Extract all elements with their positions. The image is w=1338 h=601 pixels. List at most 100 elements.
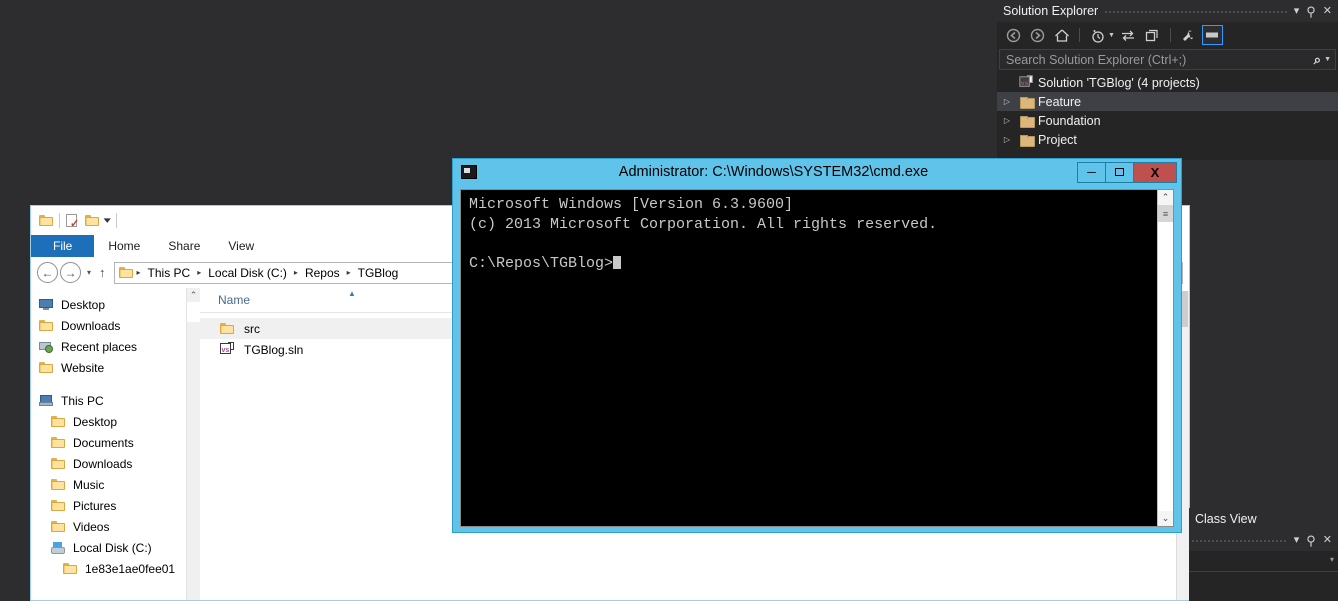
desktop-icon	[39, 299, 61, 310]
nav-item-label: Website	[61, 360, 105, 375]
maximize-button[interactable]	[1105, 161, 1134, 183]
console-line-2: (c) 2013 Microsoft Corporation. All righ…	[469, 215, 938, 233]
search-input[interactable]: Search Solution Explorer (Ctrl+;)	[1006, 53, 1314, 67]
back-icon[interactable]	[1003, 25, 1024, 45]
column-header-name[interactable]: Name	[200, 293, 250, 307]
search-options-caret-icon[interactable]: ▼	[1324, 56, 1331, 63]
console-line-1: Microsoft Windows [Version 6.3.9600]	[469, 196, 794, 213]
scrollbar-thumb[interactable]: ≡	[1158, 205, 1173, 222]
tree-node-solution[interactable]: vs Solution 'TGBlog' (4 projects)	[997, 73, 1338, 92]
collapse-all-icon[interactable]	[1142, 25, 1163, 45]
up-button[interactable]: ↑	[97, 265, 112, 280]
expander-icon[interactable]: ▷	[997, 135, 1017, 144]
breadcrumb-repos[interactable]: Repos	[302, 266, 343, 280]
tree-node-project[interactable]: ▷ Project	[997, 130, 1338, 149]
nav-item-desktop[interactable]: Desktop	[31, 294, 186, 315]
expander-icon[interactable]: ▷	[997, 97, 1017, 106]
folder-icon	[63, 563, 85, 574]
scroll-up-icon[interactable]: ⌃	[187, 288, 200, 302]
close-icon[interactable]: ✕	[1323, 534, 1332, 546]
tab-share[interactable]: Share	[154, 236, 214, 257]
tab-class-view[interactable]: Class View	[1195, 512, 1257, 526]
new-folder-icon[interactable]	[85, 215, 99, 226]
nav-group-gap	[31, 378, 186, 390]
properties-wrench-icon[interactable]	[1178, 25, 1199, 45]
panel-title: Solution Explorer	[1003, 4, 1099, 18]
nav-item-1e83e1ae0fee01[interactable]: 1e83e1ae0fee01	[31, 558, 186, 579]
pending-changes-icon[interactable]	[1087, 25, 1108, 45]
tab-file[interactable]: File	[31, 235, 95, 257]
nav-item-music[interactable]: Music	[31, 474, 186, 495]
tree-node-label: Feature	[1038, 94, 1082, 109]
preview-selected-items-icon[interactable]	[1201, 25, 1223, 45]
console-output-area[interactable]: Microsoft Windows [Version 6.3.9600] (c)…	[460, 189, 1174, 527]
forward-button[interactable]: →	[60, 262, 81, 283]
search-icon[interactable]: ⌕	[1314, 52, 1321, 68]
tree-node-foundation[interactable]: ▷ Foundation	[997, 111, 1338, 130]
nav-item-local-disk[interactable]: Local Disk (C:)	[31, 537, 186, 558]
nav-item-label: This PC	[61, 393, 104, 408]
scrollbar-thumb[interactable]	[187, 302, 200, 322]
recent-places-icon	[39, 341, 61, 353]
forward-icon[interactable]	[1027, 25, 1048, 45]
nav-item-label: Pictures	[73, 498, 117, 513]
nav-item-downloads-child[interactable]: Downloads	[31, 453, 186, 474]
drag-grip[interactable]	[1191, 529, 1288, 551]
pin-icon[interactable]: ⚲	[1306, 5, 1316, 18]
recent-locations-caret-icon[interactable]: ▾	[83, 268, 95, 277]
navigation-pane-scrollbar[interactable]: ⌃ ≡	[186, 288, 200, 600]
back-button[interactable]: ←	[37, 262, 58, 283]
folder-icon[interactable]	[39, 215, 53, 226]
this-pc-icon	[39, 394, 61, 407]
sync-icon[interactable]	[1118, 25, 1139, 45]
breadcrumb-local-disk[interactable]: Local Disk (C:)	[205, 266, 290, 280]
close-button[interactable]: X	[1133, 161, 1177, 183]
drag-grip[interactable]	[1104, 0, 1288, 22]
nav-item-documents[interactable]: Documents	[31, 432, 186, 453]
home-icon[interactable]	[1051, 25, 1072, 45]
breadcrumb-this-pc[interactable]: This PC	[145, 266, 194, 280]
solution-file-icon: vs	[220, 342, 244, 356]
command-prompt-window: Administrator: C:\Windows\SYSTEM32\cmd.e…	[452, 158, 1182, 533]
folder-icon	[1017, 134, 1035, 147]
scroll-up-icon[interactable]: ⌃	[1158, 190, 1173, 205]
tab-view[interactable]: View	[214, 236, 268, 257]
minimize-button[interactable]: ─	[1077, 161, 1106, 183]
window-menu-caret-icon[interactable]: ▾	[1294, 534, 1300, 546]
close-icon[interactable]: ✕	[1323, 5, 1332, 17]
window-menu-caret-icon[interactable]: ▾	[1294, 5, 1300, 17]
solution-tree: vs Solution 'TGBlog' (4 projects) ▷ Feat…	[997, 70, 1338, 149]
pin-icon[interactable]: ⚲	[1306, 534, 1316, 547]
nav-item-downloads[interactable]: Downloads	[31, 315, 186, 336]
breadcrumb-separator: ▸	[293, 268, 298, 277]
solution-icon: vs	[1017, 75, 1035, 89]
folder-icon	[39, 362, 61, 373]
properties-icon[interactable]: ✓	[66, 213, 79, 229]
cmd-titlebar[interactable]: Administrator: C:\Windows\SYSTEM32\cmd.e…	[453, 159, 1181, 185]
console-scrollbar[interactable]: ⌃ ≡ ⌄	[1157, 190, 1173, 526]
local-disk-icon	[51, 541, 73, 554]
nav-item-recent-places[interactable]: Recent places	[31, 336, 186, 357]
divider	[1169, 28, 1171, 42]
nav-item-website[interactable]: Website	[31, 357, 186, 378]
nav-item-videos[interactable]: Videos	[31, 516, 186, 537]
breadcrumb-folder-icon	[118, 267, 133, 278]
nav-item-desktop-child[interactable]: Desktop	[31, 411, 186, 432]
class-view-toolbar-caret-icon[interactable]: ▾	[1330, 555, 1334, 564]
downloads-folder-icon	[39, 320, 61, 331]
pending-changes-caret-icon[interactable]: ▼	[1108, 32, 1115, 39]
folder-icon	[1017, 115, 1035, 128]
tab-home[interactable]: Home	[94, 236, 154, 257]
expander-icon[interactable]: ▷	[997, 116, 1017, 125]
nav-item-label: Recent places	[61, 339, 138, 354]
search-solution-explorer-box[interactable]: Search Solution Explorer (Ctrl+;) ⌕ ▼	[999, 49, 1336, 70]
tree-node-feature[interactable]: ▷ Feature	[997, 92, 1338, 111]
nav-item-pictures[interactable]: Pictures	[31, 495, 186, 516]
documents-folder-icon	[51, 437, 73, 448]
customize-quick-access-caret-icon[interactable]: ▾	[104, 215, 111, 226]
breadcrumb-tgblog[interactable]: TGBlog	[355, 266, 402, 280]
music-folder-icon	[51, 479, 73, 490]
sort-ascending-icon: ▲	[348, 289, 356, 298]
nav-item-this-pc[interactable]: This PC	[31, 390, 186, 411]
scroll-down-icon[interactable]: ⌄	[1158, 511, 1173, 526]
